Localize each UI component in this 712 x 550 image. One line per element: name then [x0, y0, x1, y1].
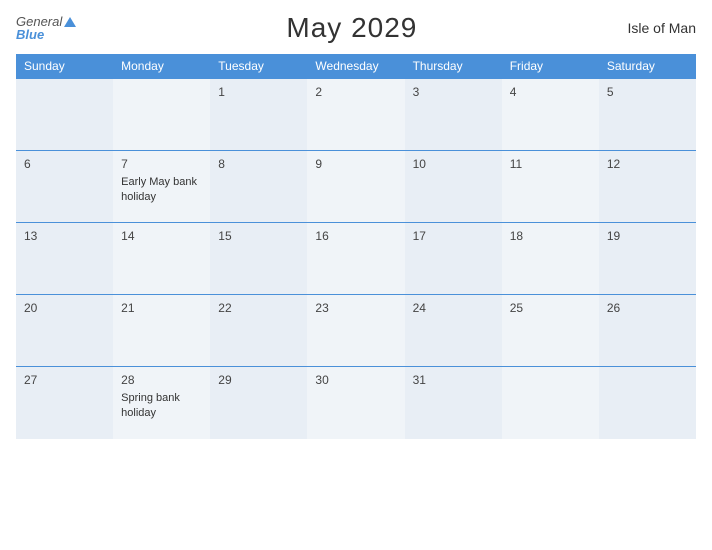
event-label: Spring bank holiday [121, 392, 180, 419]
day-number: 2 [315, 85, 396, 99]
day-number: 25 [510, 301, 591, 315]
calendar-cell: 15 [210, 223, 307, 295]
calendar-header: SundayMondayTuesdayWednesdayThursdayFrid… [16, 54, 696, 79]
day-number: 18 [510, 229, 591, 243]
calendar-cell: 28 Spring bank holiday [113, 367, 210, 439]
calendar-cell: 30 [307, 367, 404, 439]
day-number: 29 [218, 373, 299, 387]
day-number: 8 [218, 157, 299, 171]
calendar-cell: 3 [405, 79, 502, 151]
calendar-cell: 27 [16, 367, 113, 439]
day-number: 1 [218, 85, 299, 99]
day-number: 28 [121, 373, 202, 387]
logo: General Blue [16, 15, 76, 41]
calendar-cell: 24 [405, 295, 502, 367]
week-row-3: 20 21 22 23 24 25 26 [16, 295, 696, 367]
day-number: 7 [121, 157, 202, 171]
day-number: 10 [413, 157, 494, 171]
day-number: 27 [24, 373, 105, 387]
day-number: 15 [218, 229, 299, 243]
logo-triangle-icon [64, 17, 76, 27]
day-number: 16 [315, 229, 396, 243]
weekday-header-saturday: Saturday [599, 54, 696, 79]
calendar-cell: 20 [16, 295, 113, 367]
calendar-cell: 25 [502, 295, 599, 367]
weekday-header-wednesday: Wednesday [307, 54, 404, 79]
day-number: 9 [315, 157, 396, 171]
day-number: 22 [218, 301, 299, 315]
day-number: 12 [607, 157, 688, 171]
calendar-cell: 16 [307, 223, 404, 295]
calendar-cell: 18 [502, 223, 599, 295]
calendar-cell: 17 [405, 223, 502, 295]
weekday-header-tuesday: Tuesday [210, 54, 307, 79]
logo-blue-text: Blue [16, 28, 76, 41]
weekday-header-thursday: Thursday [405, 54, 502, 79]
calendar-table: SundayMondayTuesdayWednesdayThursdayFrid… [16, 54, 696, 439]
day-number: 6 [24, 157, 105, 171]
calendar-cell: 19 [599, 223, 696, 295]
weekday-header-friday: Friday [502, 54, 599, 79]
calendar-body: 1234567Early May bank holiday89101112131… [16, 79, 696, 439]
day-number: 17 [413, 229, 494, 243]
day-number: 31 [413, 373, 494, 387]
day-number: 23 [315, 301, 396, 315]
weekday-header-sunday: Sunday [16, 54, 113, 79]
calendar-cell: 31 [405, 367, 502, 439]
day-number: 20 [24, 301, 105, 315]
event-label: Early May bank holiday [121, 176, 197, 203]
calendar-cell [599, 367, 696, 439]
day-number: 5 [607, 85, 688, 99]
week-row-4: 27 28 Spring bank holiday 29 30 31 [16, 367, 696, 439]
calendar-cell: 7 Early May bank holiday [113, 151, 210, 223]
calendar-cell: 23 [307, 295, 404, 367]
calendar-cell: 12 [599, 151, 696, 223]
week-row-2: 13 14 15 16 17 18 19 [16, 223, 696, 295]
week-row-1: 6 7 Early May bank holiday 8 9 10 11 12 [16, 151, 696, 223]
weekday-header-row: SundayMondayTuesdayWednesdayThursdayFrid… [16, 54, 696, 79]
calendar-cell: 13 [16, 223, 113, 295]
calendar-cell: 11 [502, 151, 599, 223]
calendar-cell: 29 [210, 367, 307, 439]
calendar-cell: 6 [16, 151, 113, 223]
day-number: 30 [315, 373, 396, 387]
calendar-cell: 4 [502, 79, 599, 151]
calendar-cell: 26 [599, 295, 696, 367]
day-number: 19 [607, 229, 688, 243]
calendar-cell: 10 [405, 151, 502, 223]
day-number: 21 [121, 301, 202, 315]
calendar-cell [113, 79, 210, 151]
day-number: 26 [607, 301, 688, 315]
day-number: 3 [413, 85, 494, 99]
weekday-header-monday: Monday [113, 54, 210, 79]
day-number: 11 [510, 157, 591, 171]
calendar-cell [502, 367, 599, 439]
day-number: 13 [24, 229, 105, 243]
week-row-0: 1 2 3 4 5 [16, 79, 696, 151]
day-number: 4 [510, 85, 591, 99]
calendar-cell: 14 [113, 223, 210, 295]
calendar-cell [16, 79, 113, 151]
calendar-title: May 2029 [286, 12, 417, 44]
day-number: 14 [121, 229, 202, 243]
day-number: 24 [413, 301, 494, 315]
calendar-cell: 21 [113, 295, 210, 367]
calendar-cell: 2 [307, 79, 404, 151]
calendar-cell: 8 [210, 151, 307, 223]
region-label: Isle of Man [628, 20, 696, 36]
calendar-page: General Blue May 2029 Isle of Man Sunday… [0, 0, 712, 550]
calendar-cell: 22 [210, 295, 307, 367]
calendar-cell: 9 [307, 151, 404, 223]
calendar-cell: 1 [210, 79, 307, 151]
calendar-cell: 5 [599, 79, 696, 151]
page-header: General Blue May 2029 Isle of Man [16, 12, 696, 44]
